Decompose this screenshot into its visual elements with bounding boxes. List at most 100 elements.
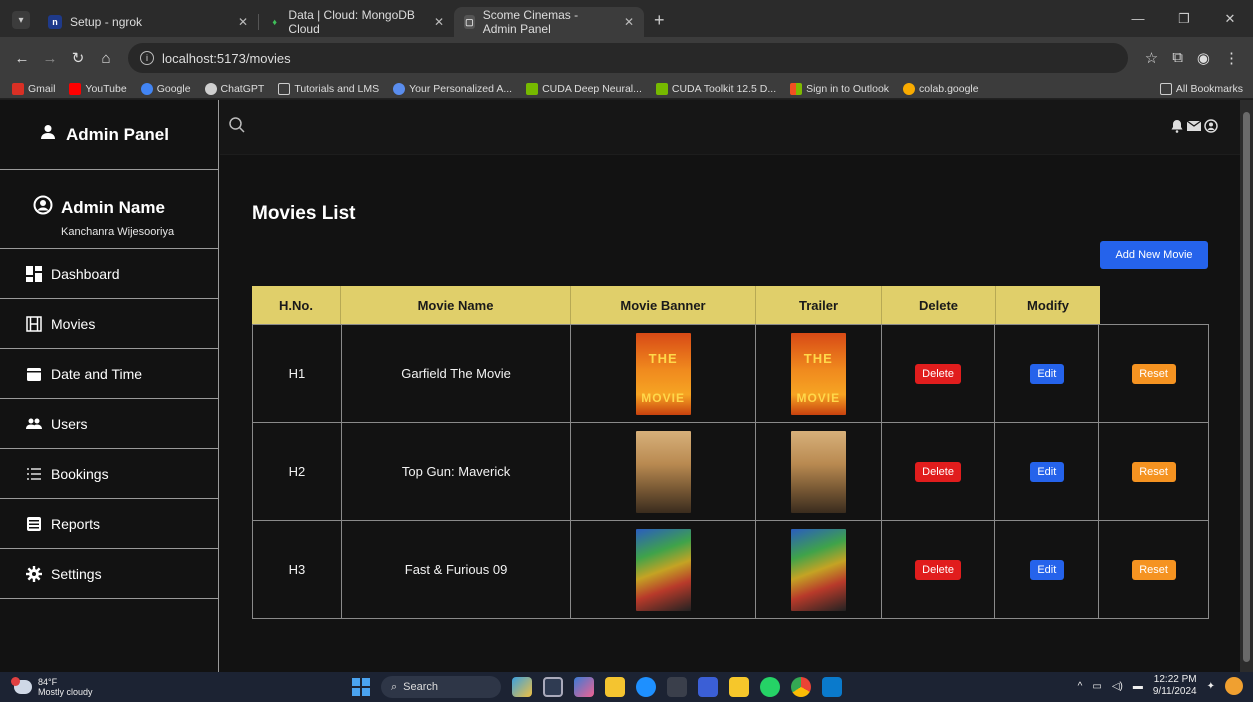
new-tab-button[interactable]: + [654, 10, 665, 31]
copilot-icon[interactable] [574, 677, 594, 697]
column-header: Movie Name [341, 286, 571, 324]
bell-icon[interactable] [1170, 119, 1184, 138]
delete-button[interactable]: Delete [915, 559, 962, 580]
forward-icon[interactable]: → [36, 50, 64, 67]
bookmark-label: colab.google [919, 82, 979, 95]
home-icon[interactable]: ⌂ [92, 50, 120, 67]
tab-ngrok[interactable]: n Setup - ngrok ✕ [38, 7, 258, 37]
cell-delete: Delete [882, 423, 996, 520]
bookmark-item[interactable]: Google [140, 82, 191, 95]
mongodb-icon: ♦ [272, 17, 277, 27]
url-input[interactable]: i localhost:5173/movies [128, 43, 1128, 73]
all-bookmarks[interactable]: All Bookmarks [1159, 82, 1243, 95]
bookmark-item[interactable]: Sign in to Outlook [790, 82, 889, 95]
settings-icon[interactable] [667, 677, 687, 697]
task-view-icon[interactable] [543, 677, 563, 697]
close-icon[interactable]: ✕ [610, 15, 634, 29]
main-content: Movies List Add New Movie H.No. Movie Na… [220, 100, 1240, 672]
back-icon[interactable]: ← [8, 50, 36, 67]
whatsapp-icon[interactable] [760, 677, 780, 697]
tab-admin-panel[interactable]: ▢ Scome Cinemas - Admin Panel ✕ [454, 7, 644, 37]
file-explorer-icon[interactable] [605, 677, 625, 697]
page-icon: ▢ [464, 15, 475, 29]
scrollbar-thumb[interactable] [1243, 112, 1250, 662]
notification-icon[interactable]: ✦ [1207, 681, 1215, 692]
cell-delete: Delete [882, 325, 996, 422]
bookmark-label: Gmail [28, 82, 56, 95]
bookmark-item[interactable]: Your Personalized A... [393, 82, 512, 95]
bookmark-label: CUDA Deep Neural... [542, 82, 642, 95]
bookmark-label: CUDA Toolkit 12.5 D... [671, 82, 777, 95]
close-icon[interactable]: ✕ [224, 15, 248, 29]
sidebar-item-date-time[interactable]: Date and Time [0, 349, 218, 399]
minimize-icon[interactable]: — [1115, 0, 1161, 37]
close-icon[interactable]: ✕ [420, 15, 444, 29]
edge-icon[interactable] [636, 677, 656, 697]
reset-button[interactable]: Reset [1131, 363, 1176, 384]
display-icon[interactable]: ▭ [1092, 681, 1101, 692]
bookmark-item[interactable]: ChatGPT [204, 82, 264, 95]
reset-button[interactable]: Reset [1131, 461, 1176, 482]
app-icon[interactable] [698, 677, 718, 697]
sidebar-item-movies[interactable]: Movies [0, 299, 218, 349]
admin-name: Kanchanra Wijesooriya [61, 226, 175, 238]
cell-hno: H3 [253, 521, 342, 618]
user-icon [40, 124, 56, 145]
sidebar-item-dashboard[interactable]: Dashboard [0, 249, 218, 299]
profile-icon[interactable]: ◉ [1197, 49, 1210, 67]
bookmark-item[interactable]: YouTube [69, 82, 127, 95]
account-icon[interactable] [1204, 119, 1218, 138]
reset-button[interactable]: Reset [1131, 559, 1176, 580]
store-icon[interactable] [729, 677, 749, 697]
admin-profile: Admin Name Kanchanra Wijesooriya [0, 170, 218, 249]
sidebar-item-bookings[interactable]: Bookings [0, 449, 218, 499]
menu-icon[interactable]: ⋮ [1224, 49, 1239, 67]
page-scrollbar[interactable] [1240, 100, 1253, 672]
edit-button[interactable]: Edit [1029, 559, 1064, 580]
edit-button[interactable]: Edit [1029, 461, 1064, 482]
taskbar-search[interactable]: ⌕ Search [381, 676, 501, 698]
battery-icon[interactable]: ▬ [1133, 681, 1143, 692]
clock[interactable]: 12:22 PM 9/11/2024 [1153, 674, 1197, 698]
edit-button[interactable]: Edit [1029, 363, 1064, 384]
windows-start-icon[interactable] [352, 678, 370, 696]
add-new-movie-button[interactable]: Add New Movie [1100, 241, 1208, 269]
widget-icon[interactable] [512, 677, 532, 697]
reload-icon[interactable]: ↻ [64, 49, 92, 67]
bookmark-item[interactable]: CUDA Deep Neural... [526, 82, 642, 95]
star-icon[interactable]: ☆ [1145, 49, 1158, 67]
weather-desc: Mostly cloudy [38, 687, 93, 697]
delete-button[interactable]: Delete [915, 461, 962, 482]
address-bar: ← → ↻ ⌂ i localhost:5173/movies ☆ ⧉ ◉ ⋮ [0, 37, 1253, 79]
app-tray-icon[interactable] [1225, 677, 1243, 695]
bookmark-item[interactable]: Tutorials and LMS [278, 82, 379, 95]
volume-icon[interactable]: ◁) [1112, 681, 1123, 692]
vscode-icon[interactable] [822, 677, 842, 697]
restore-icon[interactable]: ❐ [1161, 0, 1207, 37]
admin-title: Admin Name [61, 197, 165, 217]
admin-page: Admin Panel Admin Name Kanchanra Wijesoo… [0, 100, 1240, 672]
column-header: Delete [882, 286, 996, 324]
movie-trailer-image[interactable]: THE MOVIE [790, 332, 846, 415]
sidebar-item-users[interactable]: Users [0, 399, 218, 449]
chevron-up-icon[interactable]: ^ [1078, 681, 1083, 692]
url-text: localhost:5173/movies [162, 50, 291, 66]
cell-hno: H1 [253, 325, 342, 422]
sidebar-item-settings[interactable]: Settings [0, 549, 218, 599]
sidebar-item-reports[interactable]: Reports [0, 499, 218, 549]
search-icon[interactable] [228, 116, 246, 139]
bookmark-item[interactable]: CUDA Toolkit 12.5 D... [655, 82, 777, 95]
delete-button[interactable]: Delete [915, 363, 962, 384]
movie-trailer-image[interactable] [790, 528, 846, 611]
weather-widget[interactable]: 84°F Mostly cloudy [11, 677, 93, 697]
chrome-icon[interactable] [791, 677, 811, 697]
bookmark-item[interactable]: Gmail [12, 82, 56, 95]
tab-mongodb[interactable]: ♦ Data | Cloud: MongoDB Cloud ✕ [259, 7, 454, 37]
mail-icon[interactable] [1186, 119, 1202, 138]
bookmark-item[interactable]: colab.google [903, 82, 979, 95]
extensions-icon[interactable]: ⧉ [1172, 49, 1183, 67]
close-window-icon[interactable]: ✕ [1207, 0, 1253, 37]
tab-search-icon[interactable]: ▾ [12, 11, 30, 29]
site-info-icon[interactable]: i [140, 51, 154, 65]
movie-trailer-image[interactable] [790, 430, 846, 513]
